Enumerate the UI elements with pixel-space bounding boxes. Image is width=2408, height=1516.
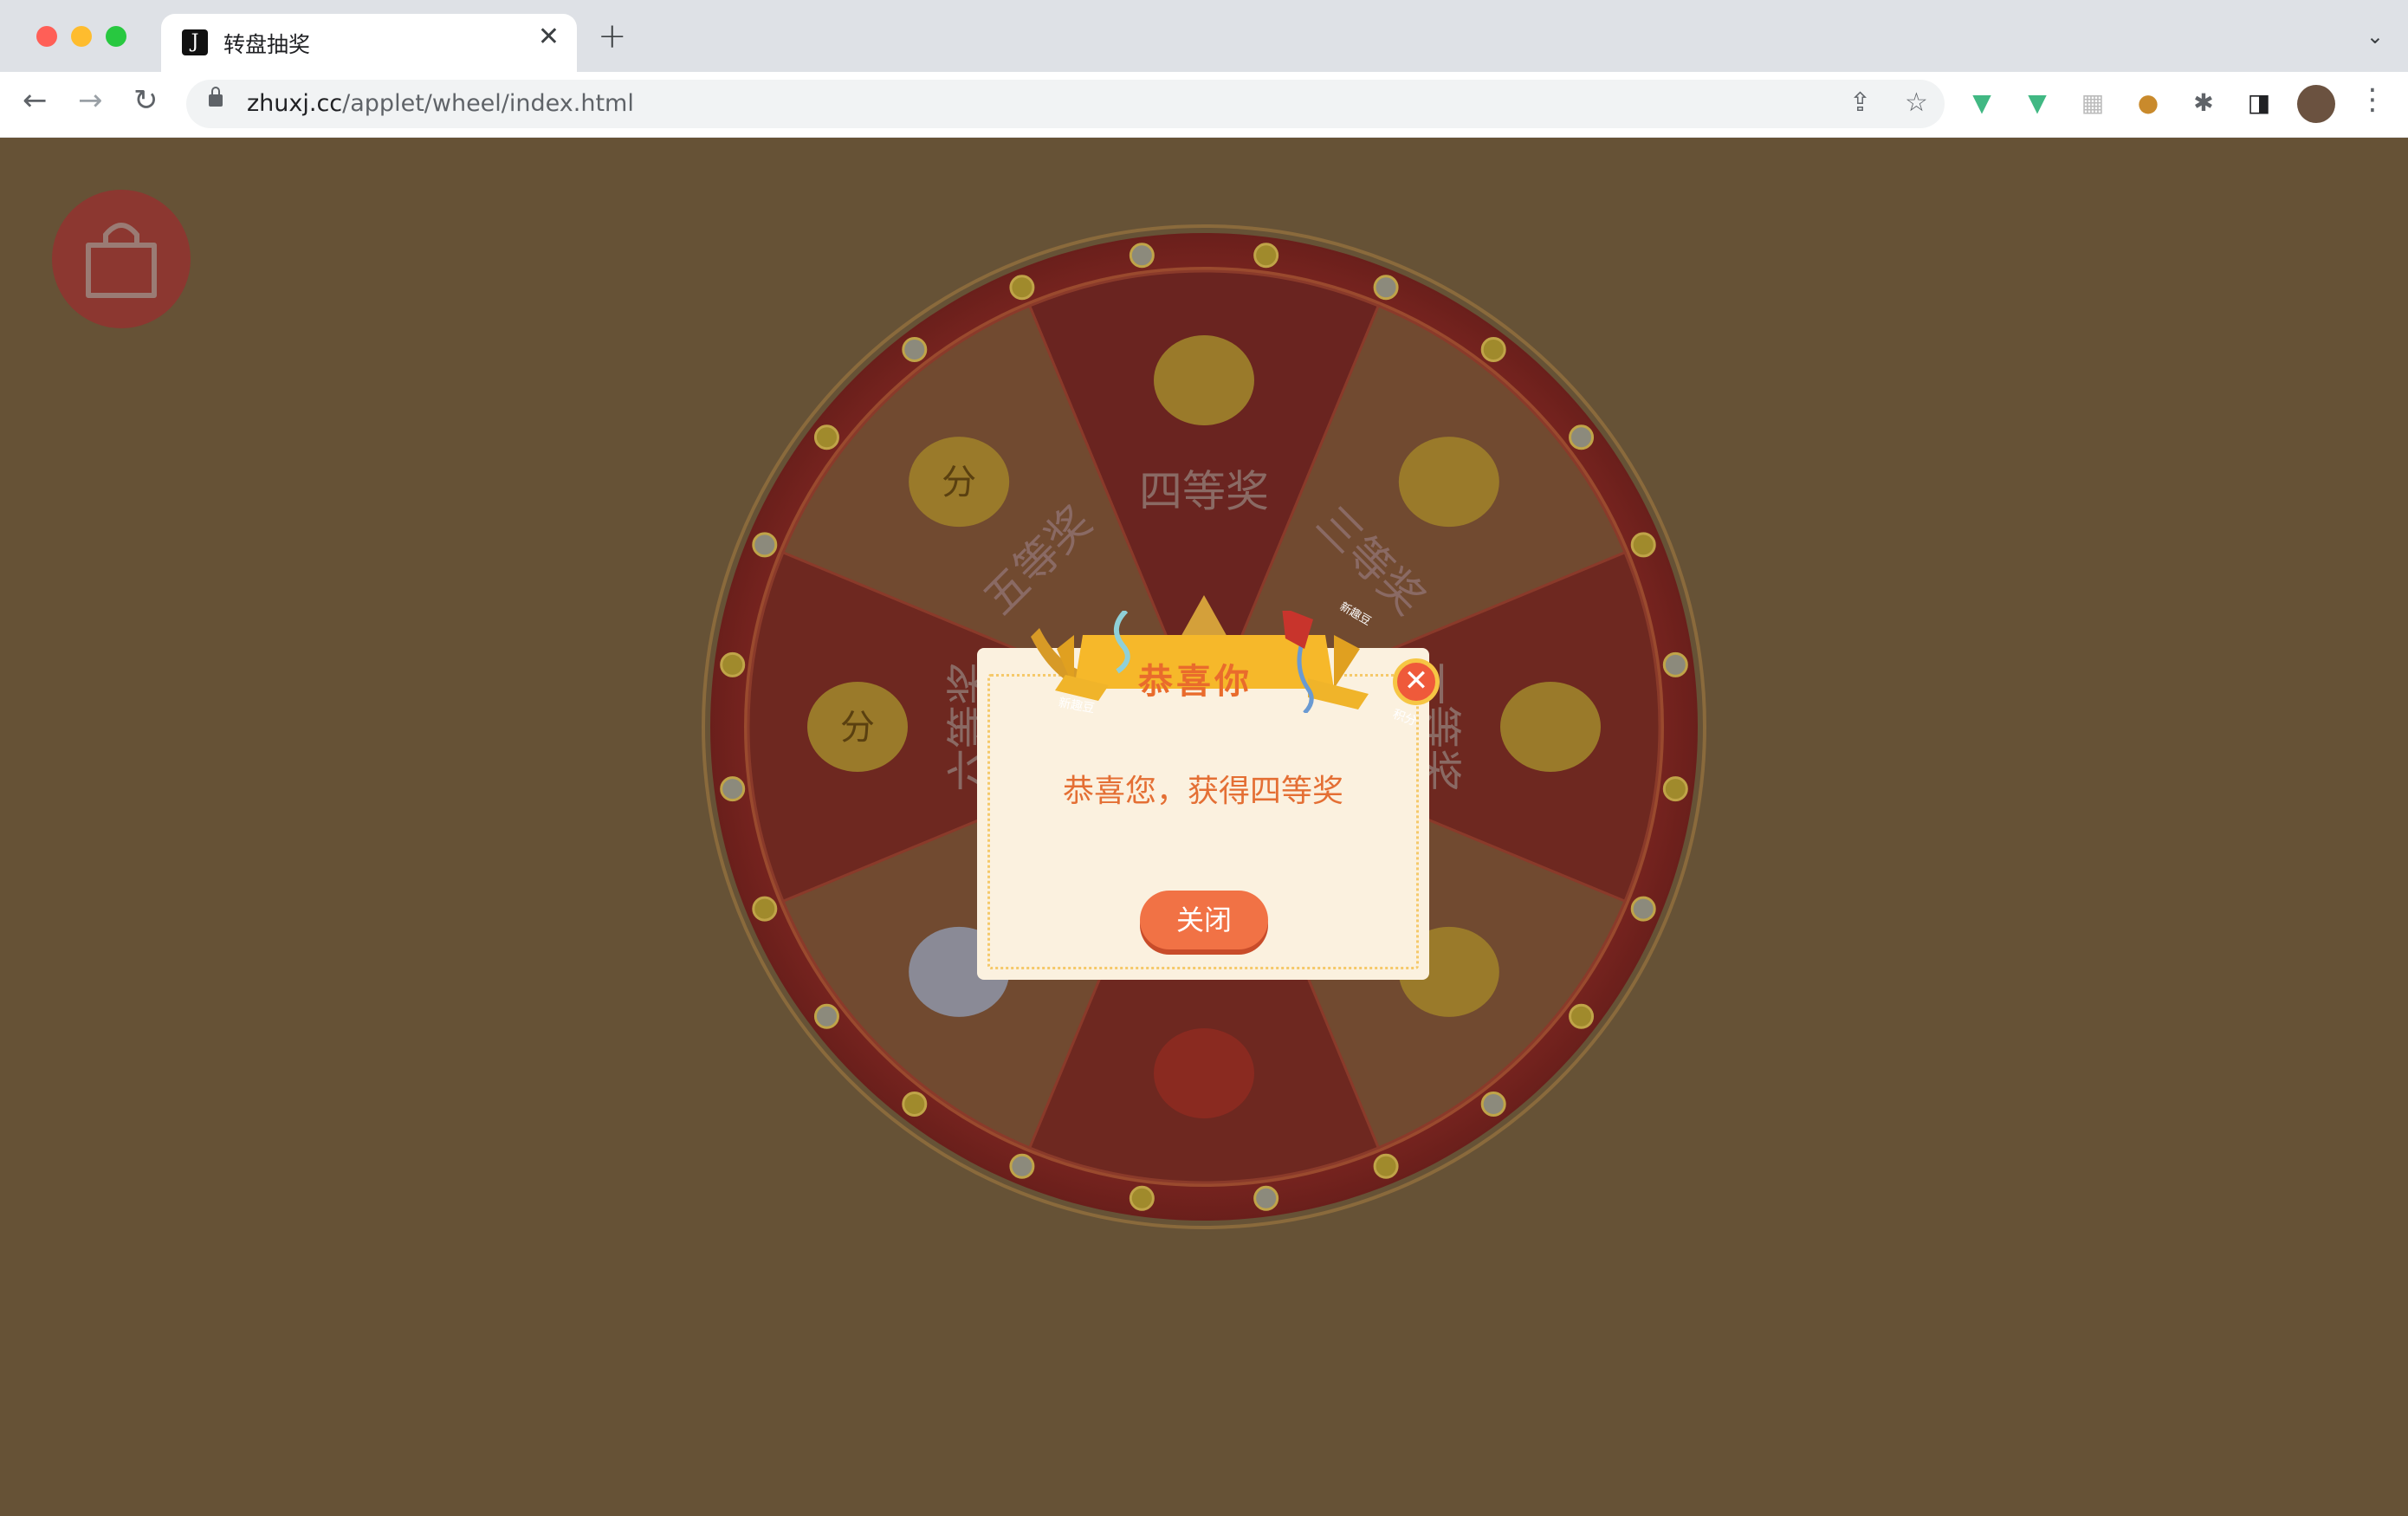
vue-devtools-extension-icon[interactable]: ▼ — [1966, 87, 1997, 119]
rim-light — [1630, 896, 1656, 922]
rim-light — [1480, 1092, 1506, 1118]
rim-light — [813, 424, 839, 450]
shopping-bag-icon — [86, 223, 157, 298]
rim-light — [720, 651, 746, 677]
bookmark-star-icon[interactable]: ☆ — [1905, 90, 1928, 116]
rim-light — [1662, 776, 1688, 802]
tab-title: 转盘抽奖 — [223, 32, 311, 57]
maximize-window-button[interactable] — [106, 26, 126, 47]
rim-light — [813, 1003, 839, 1029]
forward-button[interactable]: → — [78, 86, 103, 115]
prize-message: 恭喜您，获得四等奖 — [1062, 774, 1343, 809]
bean-pile-icon — [1500, 682, 1601, 772]
tab-close-icon[interactable]: ✕ — [538, 24, 560, 50]
rim-light — [1129, 1185, 1155, 1211]
profile-avatar[interactable] — [2297, 85, 2335, 123]
rim-light — [1373, 1153, 1399, 1179]
dialog-close-icon[interactable]: ✕ — [1393, 658, 1440, 705]
back-button[interactable]: ← — [23, 86, 48, 115]
browser-tab-strip: J 转盘抽奖 ✕ + ⌄ — [0, 0, 2408, 72]
two-coins-icon: 分 — [909, 437, 1010, 528]
rim-light — [1569, 424, 1595, 450]
coin-glyph: 分 — [840, 708, 875, 748]
rim-light — [1253, 1185, 1279, 1211]
coin-glyph: 分 — [942, 463, 976, 502]
rim-light — [752, 532, 778, 558]
two-beans-icon — [1398, 437, 1499, 528]
prize-bag-button[interactable] — [52, 190, 191, 328]
rim-light — [902, 1092, 928, 1118]
prize-label: 四等奖 — [1139, 467, 1269, 517]
site-favicon-icon: J — [182, 29, 208, 55]
cookie-extension-icon[interactable]: ● — [2133, 87, 2164, 119]
extension-grid-icon[interactable]: ▦ — [2077, 87, 2108, 119]
rim-light — [1009, 1153, 1035, 1179]
dialog-title: 恭喜你 — [1138, 662, 1253, 702]
rim-light — [1569, 1003, 1595, 1029]
rim-light — [1373, 275, 1399, 301]
side-panel-icon[interactable]: ◨ — [2243, 87, 2275, 119]
rim-light — [1009, 275, 1035, 301]
rim-light — [1129, 243, 1155, 269]
close-button[interactable]: 关闭 — [1140, 891, 1268, 949]
rim-light — [1662, 651, 1688, 677]
lucky-bag-icon — [1154, 1028, 1254, 1118]
close-window-button[interactable] — [36, 26, 57, 47]
rim-light — [902, 336, 928, 362]
address-bar[interactable]: zhuxj.cc/applet/wheel/index.html ⇪ ☆ — [186, 80, 1945, 128]
share-icon[interactable]: ⇪ — [1849, 90, 1871, 116]
extensions-puzzle-icon[interactable]: ✱ — [2188, 87, 2219, 119]
reload-button[interactable]: ↻ — [133, 86, 159, 115]
rim-light — [720, 776, 746, 802]
new-tab-button[interactable]: + — [598, 19, 627, 54]
rim-light — [1630, 532, 1656, 558]
coin-icon: 分 — [807, 682, 908, 772]
bean-icon — [1154, 335, 1254, 425]
browser-menu-icon[interactable]: ⋮ — [2358, 85, 2387, 114]
tab-search-chevron-icon[interactable]: ⌄ — [2366, 24, 2384, 49]
lock-icon[interactable] — [209, 87, 223, 107]
vue-devtools-extension-icon[interactable]: ▼ — [2022, 87, 2053, 119]
browser-tab[interactable]: J 转盘抽奖 ✕ — [161, 14, 577, 72]
minimize-window-button[interactable] — [71, 26, 92, 47]
rim-light — [1253, 243, 1279, 269]
rim-light — [752, 896, 778, 922]
rim-light — [1480, 336, 1506, 362]
url-text[interactable]: zhuxj.cc/applet/wheel/index.html — [247, 90, 634, 117]
